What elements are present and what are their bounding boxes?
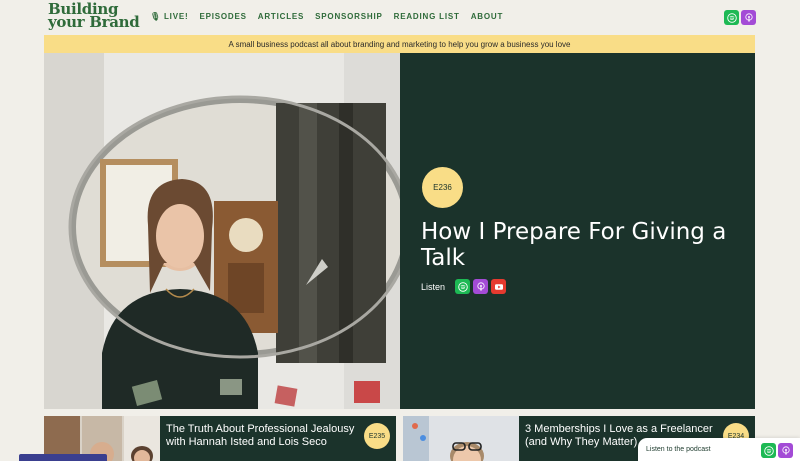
episode-thumbnail	[403, 416, 519, 461]
listen-label: Listen	[421, 281, 446, 292]
nav-articles[interactable]: ARTICLES	[258, 12, 304, 21]
nav-about[interactable]: ABOUT	[471, 12, 503, 21]
apple-podcasts-icon[interactable]	[473, 279, 489, 294]
site-header: Building your Brand 🎙 LIVE! EPISODES ART…	[0, 0, 800, 35]
main-nav: 🎙 LIVE! EPISODES ARTICLES SPONSORSHIP RE…	[150, 12, 503, 21]
logo-line-2: your Brand	[48, 13, 140, 31]
nav-live[interactable]: 🎙 LIVE!	[150, 12, 188, 21]
mirror-portrait-image	[44, 53, 400, 409]
spotify-icon[interactable]	[724, 10, 739, 25]
nav-reading-list[interactable]: READING LIST	[394, 12, 460, 21]
episode-card-title: The Truth About Professional Jealousy wi…	[166, 423, 355, 448]
header-podcast-links	[724, 10, 756, 25]
hero-section: E236 How I Prepare For Giving a Talk Lis…	[44, 53, 755, 409]
youtube-icon[interactable]	[491, 279, 507, 294]
episode-badge: E235	[364, 423, 390, 449]
tagline-banner: A small business podcast all about brand…	[44, 35, 755, 53]
nav-episodes[interactable]: EPISODES	[199, 12, 246, 21]
nav-sponsorship[interactable]: SPONSORSHIP	[315, 12, 382, 21]
hero-photo[interactable]	[44, 53, 400, 409]
hero-episode-panel: E236 How I Prepare For Giving a Talk Lis…	[400, 53, 755, 409]
episode-badge: E236	[422, 167, 463, 208]
apple-podcasts-icon[interactable]	[741, 10, 756, 25]
apple-podcasts-icon[interactable]	[778, 443, 793, 458]
site-logo[interactable]: Building your Brand	[48, 2, 140, 31]
listen-podcast-widget[interactable]: Listen to the podcast	[638, 438, 800, 461]
spotify-icon[interactable]	[455, 279, 471, 294]
spotify-icon[interactable]	[761, 443, 776, 458]
listen-podcast-label: Listen to the podcast	[646, 446, 711, 453]
chat-widget-tab[interactable]	[19, 454, 107, 461]
episode-title[interactable]: How I Prepare For Giving a Talk	[421, 219, 741, 271]
listen-links: Listen	[421, 279, 507, 294]
listen-podcast-icons	[761, 443, 793, 458]
